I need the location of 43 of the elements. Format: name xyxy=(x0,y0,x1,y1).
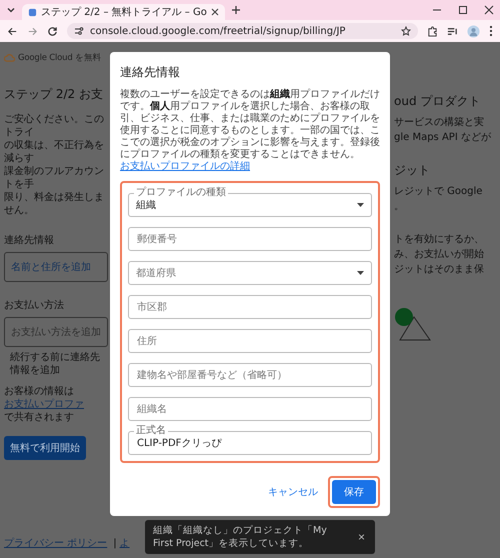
section-heading: ジット xyxy=(394,163,431,178)
footer-link[interactable]: よ xyxy=(120,536,130,550)
cancel-button[interactable]: キャンセル xyxy=(264,481,322,503)
section-label: 連絡先情報 xyxy=(4,234,55,247)
toast-text: 組織「組織なし」のプロジェクト「My xyxy=(153,524,327,537)
side-text: サービスの構築と実 xyxy=(394,116,485,130)
input-field[interactable]: 市区郡 xyxy=(128,295,372,319)
section-label: お支払い方法 xyxy=(4,298,65,312)
input-field[interactable]: 組織名 xyxy=(128,397,372,421)
toast-text: First Project」を表示しています。 xyxy=(153,537,310,550)
brand-name: Google Cloud を無料 xyxy=(18,52,102,64)
intro-text: 限り、料金は発生しません。 xyxy=(4,191,105,217)
side-text: ジットはそのまま保 xyxy=(394,263,485,277)
dialog-description: 複数のユーザーを設定できるのは組織用プロファイルだけです。個人用プロファイルを選択した場合、お客様の取引、ビジネス、仕事、または職業のためにプロファイルを使用することに同意するものとします。一部の国では、ここでの選択が税金のオプションに影響を与えます。登録後にプロファイルの種類を変更することはできません。 お支払いプロファイルの詳細 xyxy=(120,89,380,173)
intro-text: ご安心ください。このトライ xyxy=(4,113,105,139)
close-button[interactable]: × xyxy=(356,530,367,544)
dialog-title: 連絡先情報 xyxy=(120,64,181,81)
address-field[interactable]: console.cloud.google.com/freetrial/signup/billing/JP xyxy=(67,23,418,39)
side-text: gle Maps API などが xyxy=(394,131,492,145)
side-text: 。 xyxy=(394,200,405,214)
profile-details-link[interactable]: お支払いプロファイルの詳細 xyxy=(120,161,250,172)
side-text: トを有効にするか、 xyxy=(394,232,485,247)
intro-text: 課金制のフルアカウントを手 xyxy=(4,165,105,191)
intro-text: の収集は、不正行為を減らす xyxy=(4,139,105,165)
payment-field[interactable]: お支払い方法を追加 xyxy=(4,317,108,347)
input-field[interactable]: 建物名や部屋番号など（省略可） xyxy=(128,363,372,387)
input-field[interactable]: 郵便番号 xyxy=(128,227,372,251)
page-heading: ステップ 2/2 お支 xyxy=(4,86,104,103)
privacy-policy-link[interactable]: プライバシー ポリシー xyxy=(4,536,108,550)
field-label: 正式名 xyxy=(134,425,168,436)
start-free-button[interactable]: 無料で利用開始 xyxy=(4,436,86,460)
billing-profile-link[interactable]: お支払いプロファ xyxy=(4,398,84,411)
browser-tab[interactable]: ステップ 2/2 – 無料トライアル – Go xyxy=(22,4,225,20)
info-text: お客様の情報は xyxy=(4,385,74,398)
add-contact-link[interactable]: 名前と住所を追加 xyxy=(4,252,108,282)
input-field[interactable]: 住所 xyxy=(128,329,372,353)
hint-text: 続行する前に連絡先情報を追加 xyxy=(10,351,101,377)
info-text: で共有されます xyxy=(4,411,74,424)
side-text: み、お支払いが開始 xyxy=(394,248,485,262)
section-heading: oud プロダクト xyxy=(394,94,482,109)
side-text: レジットで Google xyxy=(394,185,484,199)
separator-text: | xyxy=(113,538,117,548)
save-button[interactable]: 保存 xyxy=(332,480,376,504)
